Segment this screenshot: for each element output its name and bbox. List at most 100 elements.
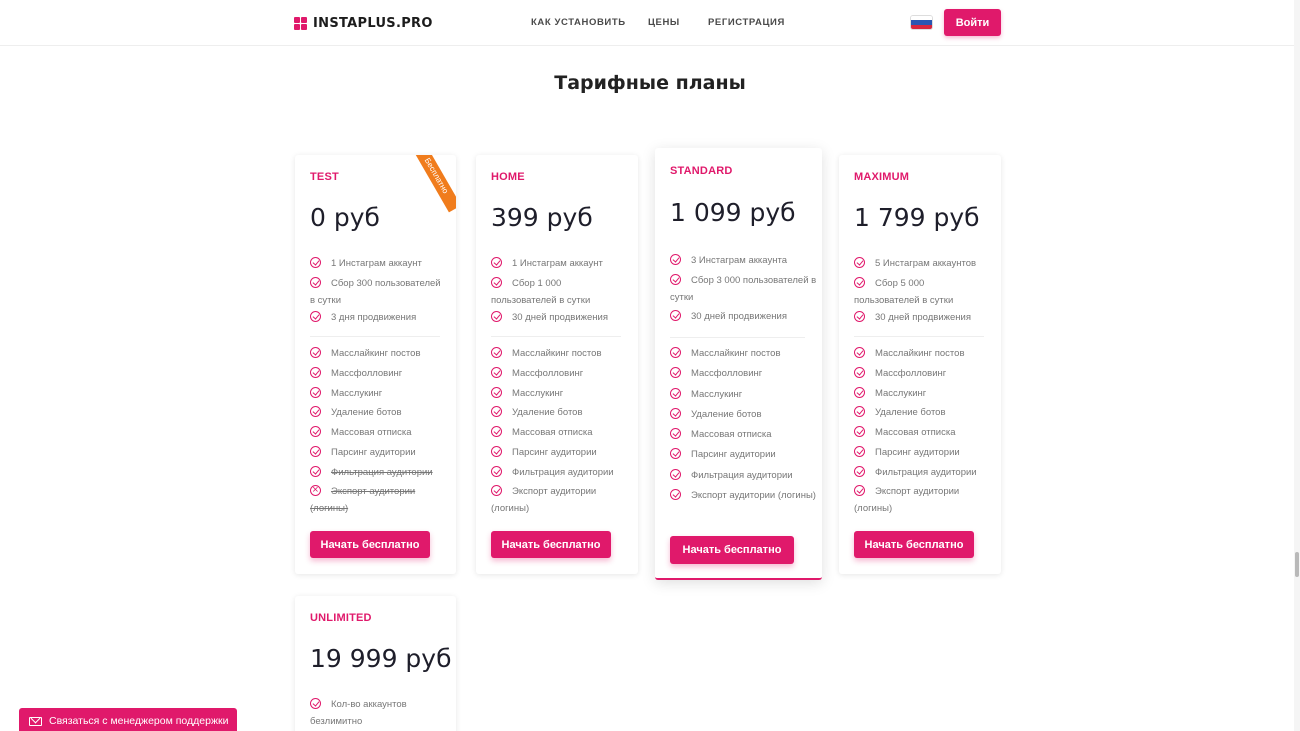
feature-item: Массовая отписка [670, 426, 820, 443]
limit-item: 3 дня продвижения [310, 309, 445, 326]
logo-text: INSTAPLUS.PRO [313, 15, 433, 31]
plan-price: 1 099 руб [670, 198, 796, 227]
plan-price: 399 руб [491, 203, 593, 232]
plan-card-test: Бесплатно TEST 0 руб 1 Инстаграм аккаунт… [295, 155, 456, 574]
feature-item: Масслайкинг постов [310, 345, 445, 362]
plan-card-maximum: MAXIMUM 1 799 руб 5 Инстаграм аккаунтов … [839, 155, 1001, 574]
feature-item: Экспорт аудитории (логины) [670, 487, 820, 504]
check-icon [670, 347, 681, 358]
check-icon [310, 406, 321, 417]
scrollbar-thumb[interactable] [1295, 552, 1299, 577]
feature-item: Массфолловинг [491, 365, 626, 382]
check-icon [854, 446, 865, 457]
feature-item: Массфолловинг [670, 365, 820, 382]
limit-item: 3 Инстаграм аккаунта [670, 252, 820, 269]
limit-item: 5 Инстаграм аккаунтов [854, 255, 989, 272]
check-icon [491, 387, 502, 398]
check-icon [491, 367, 502, 378]
plan-price: 0 руб [310, 203, 380, 232]
check-icon [491, 446, 502, 457]
feature-item: Масслукинг [310, 385, 445, 402]
login-button[interactable]: Войти [944, 9, 1001, 36]
feature-item-unavailable: Экспорт аудитории (логины) [310, 482, 445, 517]
feature-item: Фильтрация аудитории [854, 464, 989, 481]
feature-item: Фильтрация аудитории [670, 467, 820, 484]
check-icon [670, 310, 681, 321]
check-icon [491, 426, 502, 437]
check-icon [670, 254, 681, 265]
limit-item: Сбор 1 000 пользователей в сутки [491, 277, 591, 306]
check-icon [310, 277, 321, 288]
divider [310, 336, 440, 337]
feature-item: Масслайкинг постов [854, 345, 989, 362]
feature-item: Масслукинг [854, 385, 989, 402]
feature-item: Массовая отписка [310, 424, 445, 441]
check-icon [310, 466, 321, 477]
feature-item: Масслайкинг постов [670, 345, 820, 362]
feature-item: Масслукинг [670, 386, 820, 403]
limit-item: Сбор 5 000 пользователей в сутки [854, 277, 954, 306]
limit-item: 30 дней продвижения [670, 308, 820, 325]
plan-name: HOME [491, 171, 525, 183]
divider [491, 336, 621, 337]
nav-link-prices[interactable]: ЦЕНЫ [648, 17, 680, 28]
check-icon [670, 388, 681, 399]
cross-icon [310, 482, 321, 499]
start-free-button[interactable]: Начать бесплатно [854, 531, 974, 558]
logo-icon [294, 16, 307, 30]
plan-name: MAXIMUM [854, 171, 910, 183]
plan-card-unlimited: UNLIMITED 19 999 руб Кол-во аккаунтов бе… [295, 596, 456, 731]
language-flag-icon[interactable] [911, 16, 932, 29]
mail-icon [29, 716, 42, 726]
check-icon [854, 347, 865, 358]
feature-item-unavailable: Фильтрация аудитории [310, 464, 445, 481]
start-free-button[interactable]: Начать бесплатно [310, 531, 430, 558]
nav-link-how-to-install[interactable]: КАК УСТАНОВИТЬ [531, 17, 626, 28]
plan-price: 19 999 руб [310, 644, 452, 673]
check-icon [854, 387, 865, 398]
feature-item: Парсинг аудитории [854, 444, 989, 461]
page-scrollbar[interactable] [1294, 0, 1300, 731]
check-icon [670, 469, 681, 480]
check-icon [491, 277, 502, 288]
feature-item: Массфолловинг [310, 365, 445, 382]
start-free-button[interactable]: Начать бесплатно [491, 531, 611, 558]
check-icon [491, 311, 502, 322]
limit-item: 1 Инстаграм аккаунт [491, 255, 626, 272]
limit-item: Сбор 300 пользователей в сутки [310, 277, 441, 306]
feature-item: Экспорт аудитории (логины) [854, 485, 960, 514]
check-icon [670, 428, 681, 439]
plan-name: STANDARD [670, 165, 733, 177]
logo[interactable]: INSTAPLUS.PRO [294, 14, 433, 32]
feature-item: Масслайкинг постов [491, 345, 626, 362]
feature-item: Удаление ботов [854, 404, 989, 421]
plan-name: TEST [310, 171, 339, 183]
check-icon [854, 311, 865, 322]
check-icon [310, 257, 321, 268]
feature-item: Массовая отписка [491, 424, 626, 441]
limit-item: 1 Инстаграм аккаунт [310, 255, 445, 272]
check-icon [670, 448, 681, 459]
check-icon [854, 367, 865, 378]
check-icon [310, 367, 321, 378]
check-icon [670, 274, 681, 285]
feature-item: Масслукинг [491, 385, 626, 402]
plan-name: UNLIMITED [310, 612, 372, 624]
check-icon [854, 257, 865, 268]
check-icon [310, 446, 321, 457]
nav-link-registration[interactable]: РЕГИСТРАЦИЯ [708, 17, 785, 28]
check-icon [854, 485, 865, 496]
check-icon [670, 489, 681, 500]
limit-item: 30 дней продвижения [854, 309, 989, 326]
start-free-button[interactable]: Начать бесплатно [670, 536, 794, 564]
check-icon [310, 311, 321, 322]
page-title: Тарифные планы [554, 72, 746, 94]
check-icon [670, 408, 681, 419]
check-icon [491, 406, 502, 417]
contact-support-button[interactable]: Связаться с менеджером поддержки [19, 708, 237, 731]
check-icon [310, 387, 321, 398]
feature-item: Парсинг аудитории [491, 444, 626, 461]
plan-price: 1 799 руб [854, 203, 980, 232]
check-icon [854, 277, 865, 288]
feature-item: Парсинг аудитории [670, 446, 820, 463]
